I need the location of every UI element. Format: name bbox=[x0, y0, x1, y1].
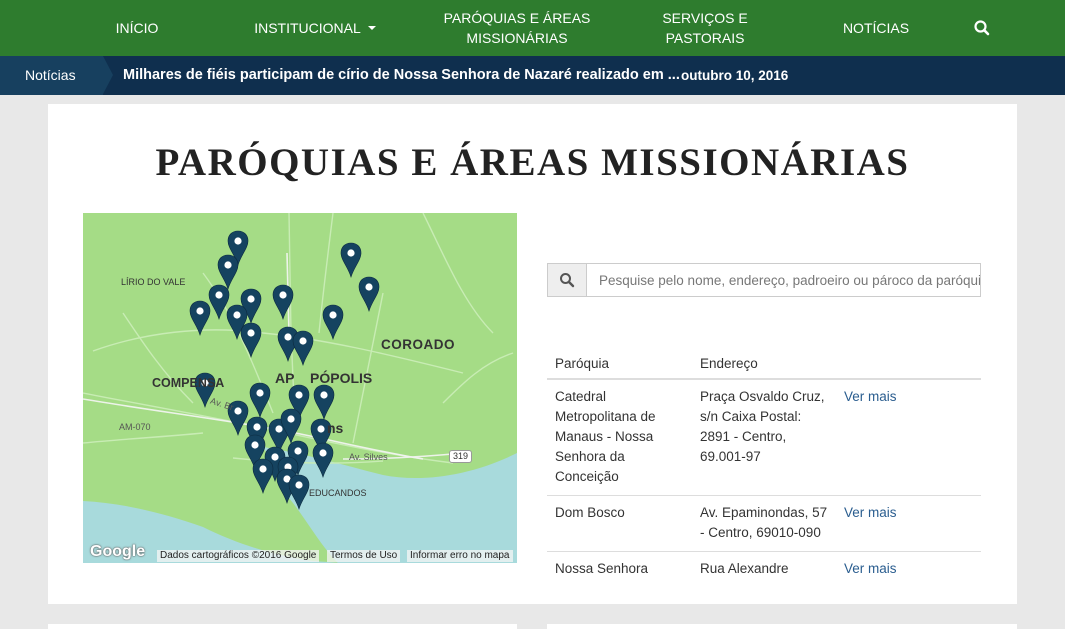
ver-mais-link[interactable]: Ver mais bbox=[844, 505, 897, 520]
search-button[interactable] bbox=[548, 264, 587, 296]
parish-name: Dom Bosco bbox=[547, 495, 692, 552]
parish-name: Nossa Senhora bbox=[555, 561, 649, 576]
map-data-credit: Dados cartográficos ©2016 Google bbox=[157, 550, 320, 562]
ver-mais-link[interactable]: Ver mais bbox=[844, 389, 897, 404]
nav-inicio[interactable]: INÍCIO bbox=[103, 0, 171, 56]
nav-noticias-label: NOTÍCIAS bbox=[842, 20, 910, 36]
map-report-link[interactable]: Informar erro no mapa bbox=[407, 550, 513, 562]
nav-servicos[interactable]: SERVIÇOS E PASTORAIS bbox=[626, 0, 784, 56]
nav-institucional-label: INSTITUCIONAL bbox=[254, 20, 361, 36]
table-row: Nossa Senhora Rua Alexandre Ver mais bbox=[547, 552, 981, 588]
search-icon bbox=[974, 20, 990, 36]
table-row: Catedral Metropolitana de Manaus - Nossa… bbox=[547, 379, 981, 496]
google-logo: Google bbox=[90, 543, 146, 560]
column-header-parish: Paróquia bbox=[547, 348, 692, 380]
map-marker-pin-icon[interactable] bbox=[292, 330, 314, 367]
page-title: PARÓQUIAS E ÁREAS MISSIONÁRIAS bbox=[155, 141, 910, 184]
nav-servicos-label: SERVIÇOS E PASTORAIS bbox=[662, 10, 748, 46]
map-marker-pin-icon[interactable] bbox=[217, 254, 239, 291]
news-ticker: Notícias Milhares de fiéis participam de… bbox=[0, 56, 1065, 95]
parish-address: Rua Alexandre bbox=[700, 561, 789, 576]
map-terms-link[interactable]: Termos de Uso bbox=[327, 550, 401, 562]
map-marker-pin-icon[interactable] bbox=[227, 400, 249, 437]
nav-institucional[interactable]: INSTITUCIONAL bbox=[250, 0, 380, 56]
parish-map[interactable]: LÍRIO DO VALE COROADO COMPENSA AP PÓPOLI… bbox=[83, 213, 517, 563]
table-header-row: Paróquia Endereço bbox=[547, 348, 981, 380]
next-card-right bbox=[547, 624, 1017, 629]
search-icon bbox=[560, 273, 575, 288]
main-navigation: INÍCIO INSTITUCIONAL PARÓQUIAS E ÁREAS M… bbox=[0, 0, 1065, 56]
nav-noticias[interactable]: NOTÍCIAS bbox=[838, 0, 914, 56]
ticker-date: outubro 10, 2016 bbox=[681, 68, 789, 83]
search-input[interactable] bbox=[587, 264, 980, 296]
chevron-down-icon bbox=[367, 26, 376, 30]
map-footer: Google Dados cartográficos ©2016 Google … bbox=[83, 543, 517, 563]
parish-table: Paróquia Endereço Catedral Metropolitana… bbox=[547, 348, 981, 587]
map-marker-pin-icon[interactable] bbox=[252, 458, 274, 495]
next-card-left bbox=[48, 624, 517, 629]
map-marker-pin-icon[interactable] bbox=[249, 382, 271, 419]
parish-search bbox=[547, 263, 981, 297]
parish-address: Av. Epaminondas, 57 - Centro, 69010-090 bbox=[692, 495, 836, 552]
ticker-label: Notícias bbox=[0, 56, 113, 95]
map-marker-pin-icon[interactable] bbox=[208, 284, 230, 321]
ver-mais-link[interactable]: Ver mais bbox=[844, 561, 897, 576]
column-header-action bbox=[836, 348, 981, 380]
map-canvas[interactable] bbox=[83, 213, 517, 563]
nav-search-button[interactable] bbox=[968, 14, 996, 42]
nav-inicio-label: INÍCIO bbox=[115, 20, 159, 36]
table-row: Dom Bosco Av. Epaminondas, 57 - Centro, … bbox=[547, 495, 981, 552]
column-header-address: Endereço bbox=[692, 348, 836, 380]
map-marker-pin-icon[interactable] bbox=[194, 372, 216, 409]
parish-name: Catedral Metropolitana de Manaus - Nossa… bbox=[547, 379, 692, 496]
nav-paroquias[interactable]: PARÓQUIAS E ÁREAS MISSIONÁRIAS bbox=[438, 0, 596, 56]
map-marker-pin-icon[interactable] bbox=[322, 304, 344, 341]
map-marker-pin-icon[interactable] bbox=[240, 322, 262, 359]
map-marker-pin-icon[interactable] bbox=[340, 242, 362, 279]
parish-address: Praça Osvaldo Cruz, s/n Caixa Postal: 28… bbox=[692, 379, 836, 496]
nav-paroquias-label: PARÓQUIAS E ÁREAS MISSIONÁRIAS bbox=[443, 10, 591, 46]
map-marker-pin-icon[interactable] bbox=[313, 384, 335, 421]
map-marker-pin-icon[interactable] bbox=[358, 276, 380, 313]
ticker-headline-link[interactable]: Milhares de fiéis participam de círio de… bbox=[123, 56, 680, 95]
